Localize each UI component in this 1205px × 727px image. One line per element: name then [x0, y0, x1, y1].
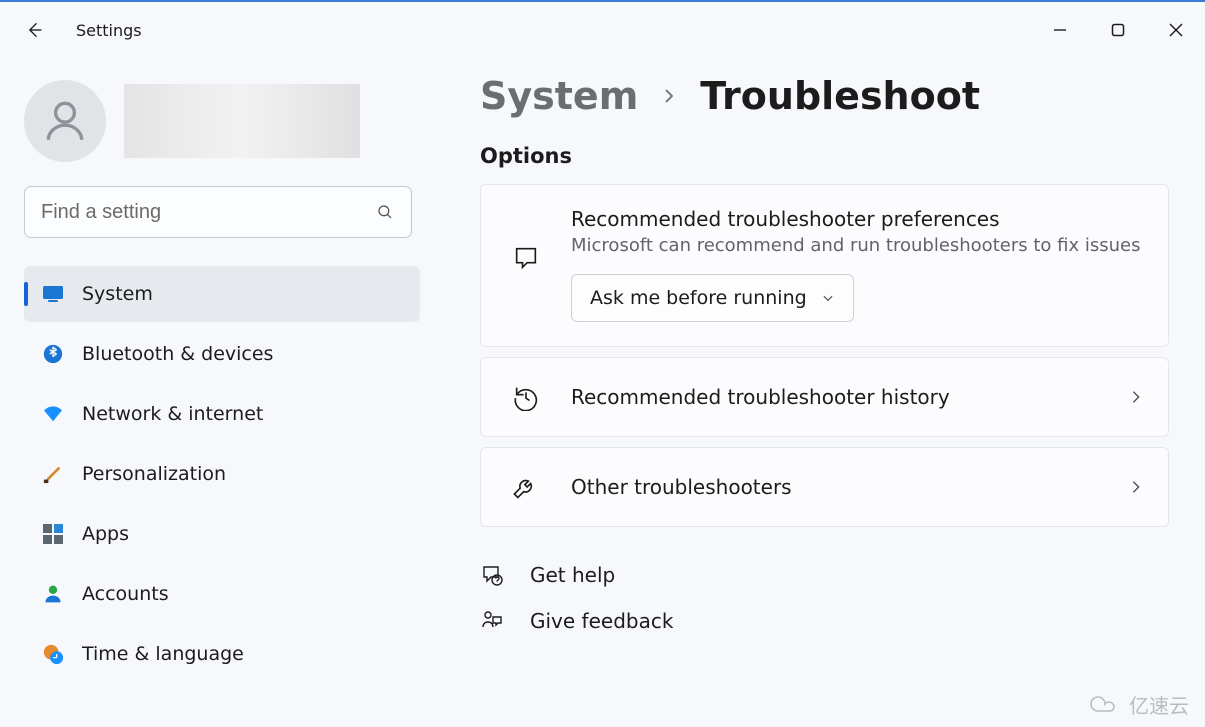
search-wrapper [24, 186, 412, 238]
chevron-down-icon [821, 291, 835, 305]
wifi-icon [42, 403, 64, 425]
link-label: Get help [530, 563, 615, 587]
sidebar-item-time-language[interactable]: Time & language [24, 626, 420, 682]
section-title: Options [480, 144, 1169, 168]
help-icon [480, 563, 504, 587]
watermark: 亿速云 [1089, 690, 1189, 719]
minimize-icon [1053, 23, 1067, 37]
person-icon [40, 96, 90, 146]
wrench-icon [505, 466, 547, 508]
sidebar-item-label: Personalization [82, 463, 226, 485]
maximize-icon [1111, 23, 1125, 37]
sidebar-item-apps[interactable]: Apps [24, 506, 420, 562]
prefs-dropdown[interactable]: Ask me before running [571, 274, 854, 322]
link-label: Give feedback [530, 609, 673, 633]
feedback-icon [480, 609, 504, 633]
card-title: Other troubleshooters [571, 475, 1112, 499]
minimize-button[interactable] [1031, 8, 1089, 52]
dropdown-value: Ask me before running [590, 287, 807, 309]
sidebar-item-label: Time & language [82, 643, 244, 665]
sidebar-item-accounts[interactable]: Accounts [24, 566, 420, 622]
give-feedback-link[interactable]: Give feedback [480, 609, 1169, 633]
sidebar-item-label: System [82, 283, 153, 305]
sidebar-item-label: Bluetooth & devices [82, 343, 273, 365]
bluetooth-icon [42, 343, 64, 365]
window-controls [1031, 8, 1205, 52]
close-icon [1169, 23, 1183, 37]
sidebar-item-personalization[interactable]: Personalization [24, 446, 420, 502]
page-title: Troubleshoot [700, 74, 980, 118]
sidebar-item-label: Accounts [82, 583, 169, 605]
app-title: Settings [76, 21, 142, 40]
footer-links: Get help Give feedback [480, 563, 1169, 645]
account-icon [42, 583, 64, 605]
sidebar-item-label: Apps [82, 523, 129, 545]
arrow-left-icon [24, 20, 44, 40]
profile-section [24, 80, 420, 162]
card-title: Recommended troubleshooter preferences [571, 207, 1144, 231]
card-subtitle: Microsoft can recommend and run troubles… [571, 235, 1144, 256]
clock-globe-icon [42, 643, 64, 665]
sidebar-item-label: Network & internet [82, 403, 263, 425]
card-troubleshooter-preferences: Recommended troubleshooter preferences M… [480, 184, 1169, 347]
watermark-icon [1089, 695, 1123, 715]
card-title: Recommended troubleshooter history [571, 385, 1112, 409]
nav: System Bluetooth & devices Network & int… [24, 266, 420, 686]
titlebar: Settings [0, 2, 1205, 58]
card-other-troubleshooters[interactable]: Other troubleshooters [480, 447, 1169, 527]
sidebar: System Bluetooth & devices Network & int… [0, 58, 444, 727]
get-help-link[interactable]: Get help [480, 563, 1169, 587]
chat-icon [505, 237, 547, 279]
apps-icon [42, 523, 64, 545]
breadcrumb-parent[interactable]: System [480, 74, 638, 118]
avatar[interactable] [24, 80, 106, 162]
page: System Troubleshoot Options Recommended … [444, 58, 1205, 727]
chevron-right-icon [1128, 479, 1144, 495]
close-button[interactable] [1147, 8, 1205, 52]
maximize-button[interactable] [1089, 8, 1147, 52]
card-troubleshooter-history[interactable]: Recommended troubleshooter history [480, 357, 1169, 437]
history-icon [505, 376, 547, 418]
chevron-right-icon [660, 87, 678, 105]
profile-name-redacted [124, 84, 360, 158]
search-icon [376, 203, 394, 221]
display-icon [42, 283, 64, 305]
chevron-right-icon [1128, 389, 1144, 405]
search-input[interactable] [24, 186, 412, 238]
watermark-text: 亿速云 [1129, 690, 1189, 719]
sidebar-item-bluetooth[interactable]: Bluetooth & devices [24, 326, 420, 382]
breadcrumb: System Troubleshoot [480, 74, 1169, 118]
sidebar-item-system[interactable]: System [24, 266, 420, 322]
sidebar-item-network[interactable]: Network & internet [24, 386, 420, 442]
paintbrush-icon [42, 463, 64, 485]
back-button[interactable] [22, 18, 46, 42]
